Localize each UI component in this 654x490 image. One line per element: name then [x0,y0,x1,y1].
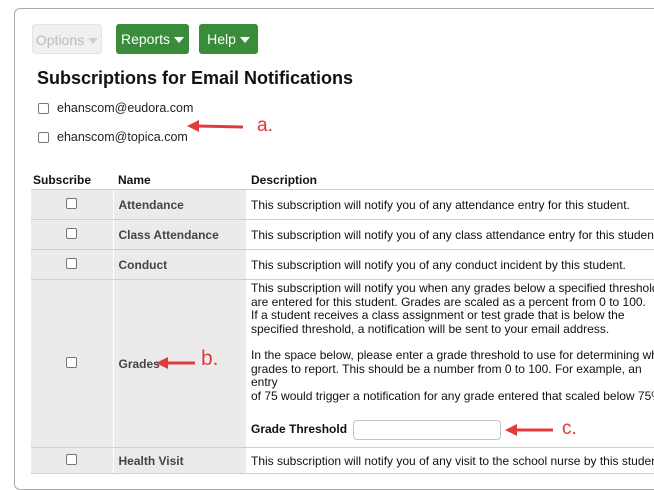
description-line: grades to report. This should be a numbe… [251,361,642,389]
subscription-name: Health Visit [113,447,246,474]
subscribe-checkbox[interactable] [66,356,78,368]
subscribe-cell [31,219,114,250]
page-title: Subscriptions for Email Notifications [37,68,354,88]
chevron-down-icon [239,37,250,44]
help-button[interactable]: Help [199,24,258,54]
email-option: ehanscom@topica.com [38,130,188,144]
email-address: ehanscom@eudora.com [57,101,194,115]
table-row: Class Attendance This subscription will … [31,219,654,250]
subscribe-cell [31,189,114,220]
annotation-a: a. [257,115,273,136]
subscribe-checkbox[interactable] [66,197,78,209]
annotation-c: c. [562,418,577,439]
table-row: Conduct This subscription will notify yo… [31,249,654,280]
description-line: If a student receives a class assignment… [251,308,625,322]
options-button[interactable]: Options [32,24,102,54]
grade-threshold-input[interactable] [353,420,502,440]
table-row: Health Visit This subscription will noti… [31,447,654,474]
subscription-description: This subscription will notify you of any… [246,189,654,220]
subscriptions-table: Subscribe Name Description Attendance Th… [31,170,654,474]
chevron-down-icon [88,38,99,45]
arrow-left-icon [187,120,244,132]
annotation-b: b. [201,347,219,370]
options-label: Options [35,32,85,48]
subscription-name: Conduct [113,249,246,280]
header-subscribe: Subscribe [31,170,113,190]
subscription-name: Attendance [113,189,246,220]
subscribe-cell [31,249,114,280]
reports-button[interactable]: Reports [116,24,189,54]
subscribe-checkbox[interactable] [66,257,78,269]
header-description: Description [246,170,654,190]
description-line: This subscription will notify you when a… [251,281,654,295]
subscription-description: This subscription will notify you of any… [246,249,654,280]
subscription-description: This subscription will notify you of any… [246,447,654,474]
email-checkbox[interactable] [38,131,49,143]
chevron-down-icon [174,37,185,44]
grade-threshold-row: Grade Threshold [251,420,654,440]
subscription-description: This subscription will notify you when a… [246,279,654,448]
table-header-row: Subscribe Name Description [31,170,654,190]
grade-threshold-label: Grade Threshold [251,422,348,437]
subscribe-cell [31,447,114,474]
email-checkbox[interactable] [38,102,49,114]
subscription-description: This subscription will notify you of any… [246,219,654,250]
email-option: ehanscom@eudora.com [38,101,193,115]
header-name: Name [113,170,246,190]
description-line: specified threshold, a notification will… [251,321,610,336]
subscription-name: Grades [118,356,160,371]
arrow-left-icon [505,424,553,436]
help-label: Help [207,31,236,47]
description-line: In the space below, please enter a grade… [251,348,654,362]
table-row: Attendance This subscription will notify… [31,189,654,220]
email-address: ehanscom@topica.com [57,130,188,144]
subscribe-checkbox[interactable] [66,227,78,239]
description-line: are entered for this student. Grades are… [251,294,646,309]
table-row: Grades This subscription will notify you… [31,279,654,448]
reports-label: Reports [120,31,171,47]
arrow-left-icon [156,357,195,369]
subscribe-cell [31,279,114,448]
description-line: of 75 would trigger a notification for a… [251,388,654,403]
subscribe-checkbox[interactable] [66,453,78,465]
subscription-name: Class Attendance [113,219,246,250]
